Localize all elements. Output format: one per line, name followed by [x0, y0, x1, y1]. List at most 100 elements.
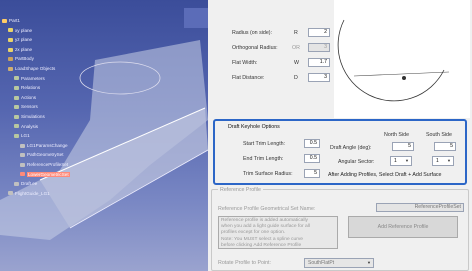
- set-icon: [20, 143, 25, 148]
- tree-item-label: Actions: [21, 94, 37, 100]
- tree-item-label: Part1: [9, 18, 20, 23]
- tree-item-label: LoadShape Objects: [15, 65, 56, 71]
- north-side-label: North Side: [384, 132, 410, 138]
- note-line: before clicking Add Reference Profile: [221, 242, 302, 248]
- flat-width-code: W: [294, 60, 299, 66]
- tree-item-label: LG1ParamsChange: [27, 142, 68, 148]
- south-angular-sector-select[interactable]: 1 ▼: [432, 156, 454, 166]
- trim-surface-radius-label: Trim Surface Radius:: [243, 171, 293, 177]
- north-draft-angle-input[interactable]: 5: [392, 142, 414, 151]
- set-icon: [20, 153, 25, 158]
- body-icon: [8, 57, 13, 62]
- tree-item[interactable]: LG1ParamsChange: [2, 141, 112, 151]
- reference-profile-title: Reference Profile: [218, 187, 263, 193]
- keyhole-diagram: [334, 0, 470, 118]
- angular-sector-label: Angular Sector:: [338, 159, 375, 165]
- tree-item[interactable]: Relations: [2, 83, 112, 93]
- tree-item-label: Analysis: [21, 123, 39, 129]
- analysis-icon: [14, 124, 19, 129]
- tree-item-label: FlightGuide_LG1: [15, 190, 50, 196]
- tree-item-label: Sensors: [21, 104, 38, 110]
- rotate-profile-label: Rotate Profile to Point:: [218, 260, 271, 266]
- start-trim-label: Start Trim Length:: [243, 141, 286, 147]
- rotate-profile-value: SouthFlatPt: [308, 260, 335, 266]
- guide-icon: [8, 191, 13, 196]
- reference-gs-input[interactable]: ReferenceProfileSet: [376, 203, 464, 212]
- tree-item-label: Parameters: [21, 75, 45, 81]
- tree-item-label: ReferenceProfileSet: [27, 161, 69, 167]
- south-draft-angle-input[interactable]: 5: [434, 142, 456, 151]
- set-icon: [20, 162, 25, 167]
- radius-input[interactable]: 2: [308, 28, 330, 37]
- north-angular-sector-select[interactable]: 1 ▼: [390, 156, 412, 166]
- draft-angle-label: Draft Angle (deg):: [330, 145, 372, 151]
- tree-item[interactable]: xy plane: [2, 26, 112, 36]
- flat-distance-label: Flat Distance:: [232, 75, 265, 81]
- tree-item[interactable]: LG1: [2, 131, 112, 141]
- tree-item-label: PathGeometrySet: [27, 152, 64, 158]
- set-icon: [20, 172, 25, 177]
- actions-icon: [14, 95, 19, 100]
- north-angular-sector-value: 1: [394, 158, 397, 164]
- south-angular-sector-value: 1: [436, 158, 439, 164]
- chevron-down-icon: ▼: [405, 158, 409, 163]
- plane-icon: [8, 28, 13, 33]
- add-reference-profile-button[interactable]: Add Reference Profile: [348, 216, 458, 238]
- simulations-icon: [14, 114, 19, 119]
- tree-item[interactable]: ReferenceProfileSet: [2, 160, 112, 170]
- flat-distance-code: D: [294, 75, 298, 81]
- objects-icon: [8, 66, 13, 71]
- tree-item-label: Simulations: [21, 113, 45, 119]
- spec-tree[interactable]: Part1 xy plane yz plane zx plane PartBod…: [2, 16, 112, 198]
- tree-item[interactable]: Sensors: [2, 102, 112, 112]
- radius-label: Radius (on side):: [232, 30, 273, 36]
- tree-item-label: LowerGeometricSet: [27, 171, 70, 177]
- trim-surface-radius-input[interactable]: 5: [304, 169, 320, 178]
- draft-note: After Adding Profiles, Select Draft + Ad…: [328, 172, 442, 178]
- flat-width-label: Flat Width:: [232, 60, 258, 66]
- flat-width-input[interactable]: 1.7: [308, 58, 330, 67]
- end-trim-input[interactable]: 0.5: [304, 154, 320, 163]
- reference-note: Reference profile is added automatically…: [218, 216, 338, 249]
- end-trim-label: End Trim Length:: [243, 156, 284, 162]
- tree-item-label: zx plane: [15, 46, 33, 52]
- tree-item[interactable]: yz plane: [2, 35, 112, 45]
- tree-item-label: Relations: [21, 85, 41, 91]
- south-side-label: South Side: [426, 132, 452, 138]
- chevron-down-icon: ▼: [447, 158, 451, 163]
- orthogonal-radius-input[interactable]: 3: [308, 43, 330, 52]
- orthogonal-radius-code: OR: [292, 45, 300, 51]
- rotate-profile-select[interactable]: SouthFlatPt ▼: [304, 258, 374, 268]
- tree-item-selected[interactable]: LowerGeometricSet: [2, 170, 112, 180]
- relations-icon: [14, 85, 19, 90]
- parameters-icon: [14, 76, 19, 81]
- tree-item[interactable]: Analysis: [2, 122, 112, 132]
- tree-item[interactable]: Draft.ee: [2, 179, 112, 189]
- tree-item[interactable]: LoadShape Objects: [2, 64, 112, 74]
- 3d-viewport[interactable]: Part1 xy plane yz plane zx plane PartBod…: [0, 0, 208, 271]
- tree-item-label: Draft.ee: [21, 181, 38, 187]
- tree-item[interactable]: Parameters: [2, 74, 112, 84]
- chevron-down-icon: ▼: [367, 260, 371, 265]
- tree-item-label: LG1: [21, 133, 30, 139]
- radius-code: R: [294, 30, 298, 36]
- group-icon: [14, 133, 19, 138]
- tree-item-label: yz plane: [15, 37, 33, 43]
- tree-item[interactable]: FlightGuide_LG1: [2, 189, 112, 199]
- tree-item[interactable]: PathGeometrySet: [2, 150, 112, 160]
- plane-icon: [8, 37, 13, 42]
- tree-item[interactable]: zx plane: [2, 45, 112, 55]
- tree-item[interactable]: Part1: [2, 16, 112, 26]
- draft-keyhole-title: Draft Keyhole Options: [228, 124, 280, 130]
- flat-distance-input[interactable]: 3: [308, 73, 330, 82]
- start-trim-input[interactable]: 0.5: [304, 139, 320, 148]
- sensors-icon: [14, 105, 19, 110]
- orthogonal-radius-label: Orthogonal Radius:: [232, 45, 278, 51]
- tree-item[interactable]: PartBody: [2, 54, 112, 64]
- tree-item[interactable]: Simulations: [2, 112, 112, 122]
- part-icon: [2, 18, 7, 23]
- tree-item-label: PartBody: [15, 56, 34, 62]
- options-panel: Radius (on side): R 2 Orthogonal Radius:…: [208, 0, 472, 271]
- tree-item[interactable]: Actions: [2, 93, 112, 103]
- tree-item-label: xy plane: [15, 27, 33, 33]
